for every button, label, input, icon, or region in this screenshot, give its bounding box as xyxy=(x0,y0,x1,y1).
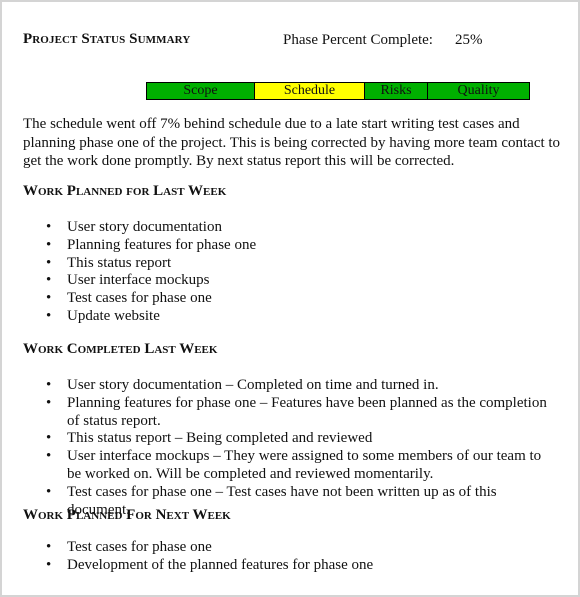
status-cell-scope: Scope xyxy=(147,83,255,99)
page-title: Project Status Summary xyxy=(23,31,191,47)
list-item-text: User interface mockups – They were assig… xyxy=(67,448,542,482)
list-item: • This status report xyxy=(2,255,552,273)
list-item: • User interface mockups xyxy=(2,272,552,290)
bullet-icon: • xyxy=(46,377,52,393)
status-cell-risks: Risks xyxy=(365,83,428,99)
list-item: • Development of the planned features for… xyxy=(2,557,552,575)
status-cell-schedule: Schedule xyxy=(255,83,365,99)
list-item-text: Test cases for phase one xyxy=(67,290,212,307)
bullet-icon: • xyxy=(46,430,52,447)
list-item: • Planning features for phase one xyxy=(2,237,552,255)
list-item-text: Test cases for phase one xyxy=(67,539,212,555)
document-page: Project Status Summary Phase Percent Com… xyxy=(0,0,580,597)
bullet-icon: • xyxy=(46,307,52,324)
list-item: • User interface mockups – They were assi… xyxy=(2,448,552,484)
summary-paragraph: The schedule went off 7% behind schedule… xyxy=(23,116,561,169)
status-cell-quality: Quality xyxy=(428,83,529,99)
list-item: • Update website xyxy=(2,308,552,326)
bullet-icon: • xyxy=(46,272,52,289)
heading-work-planned-last-week: Work Planned for Last Week xyxy=(23,183,227,199)
bullet-icon: • xyxy=(46,394,52,411)
list-item: • User story documentation – Completed on… xyxy=(2,377,552,395)
bullet-icon: • xyxy=(46,539,52,555)
list-work-planned-next-week: • Test cases for phase one • Development of… xyxy=(2,539,552,575)
list-item-text: This status report xyxy=(67,254,172,271)
bullet-icon: • xyxy=(46,290,52,307)
bullet-icon: • xyxy=(46,236,52,253)
list-item-text: Development of the planned features for … xyxy=(67,556,374,573)
list-item: • Planning features for phase one – Featu… xyxy=(2,395,552,431)
list-item-text: Update website xyxy=(67,307,160,324)
bullet-icon: • xyxy=(46,448,52,465)
phase-percent-label: Phase Percent Complete: xyxy=(283,32,433,48)
bullet-icon: • xyxy=(46,483,52,500)
list-work-completed-last-week: • User story documentation – Completed on… xyxy=(2,377,552,519)
heading-work-completed-last-week: Work Completed Last Week xyxy=(23,341,218,357)
status-table: Scope Schedule Risks Quality xyxy=(146,82,530,100)
heading-work-planned-next-week: Work Planned For Next Week xyxy=(23,507,231,523)
list-item: • Test cases for phase one xyxy=(2,290,552,308)
list-item: • Test cases for phase one xyxy=(2,539,552,557)
phase-percent-value: 25% xyxy=(455,32,483,48)
bullet-icon: • xyxy=(46,556,52,573)
list-item-text: This status report – Being completed and… xyxy=(67,430,373,447)
bullet-icon: • xyxy=(46,219,52,235)
list-item-text: Planning features for phase one – Featur… xyxy=(67,394,547,429)
list-work-planned-last-week: • User story documentation • Planning featu… xyxy=(2,219,552,326)
list-item: • This status report – Being completed an… xyxy=(2,430,552,448)
list-item-text: User story documentation xyxy=(67,219,222,235)
list-item: • User story documentation xyxy=(2,219,552,237)
list-item-text: User story documentation – Completed on … xyxy=(67,377,439,393)
list-item-text: Planning features for phase one xyxy=(67,236,257,253)
list-item-text: User interface mockups xyxy=(67,272,210,289)
bullet-icon: • xyxy=(46,254,52,271)
